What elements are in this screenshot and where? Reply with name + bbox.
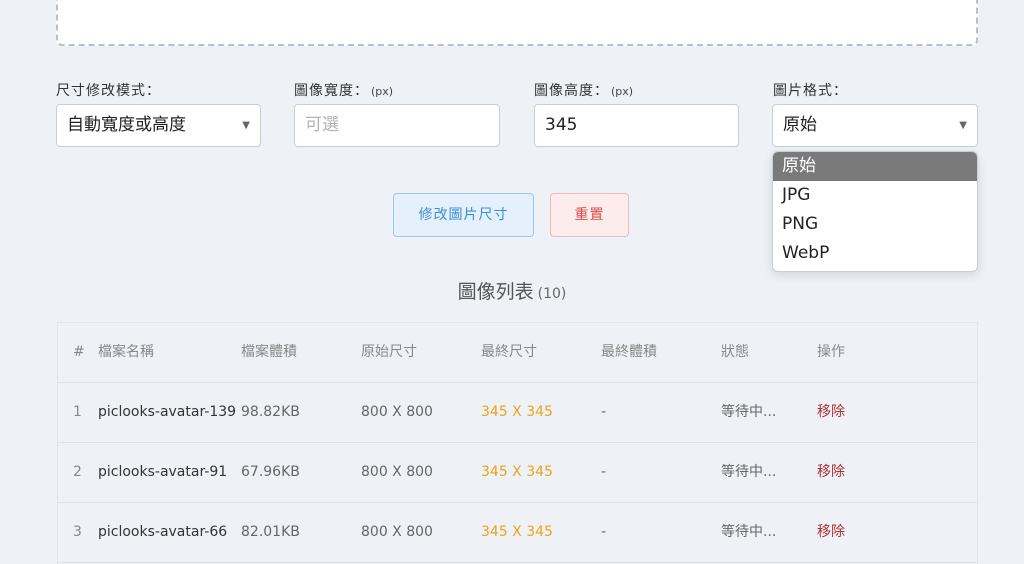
resize-mode-label: 尺寸修改模式： [56, 80, 161, 100]
row-final-size: 345 X 345 [481, 464, 553, 480]
width-label-text: 圖像寬度： [294, 83, 369, 99]
row-status: 等待中... [721, 464, 777, 480]
format-select[interactable]: 原始 ▼ [772, 104, 978, 147]
header-original-size: 原始尺寸 [361, 344, 417, 360]
caret-down-icon: ▼ [242, 120, 250, 131]
image-list-title-text: 圖像列表 [457, 281, 534, 303]
format-label: 圖片格式： [773, 80, 848, 100]
width-placeholder: 可選 [305, 115, 339, 135]
resize-mode-value: 自動寬度或高度 [67, 115, 186, 135]
header-final-size: 最終尺寸 [481, 344, 537, 360]
row-original-size: 800 X 800 [361, 404, 433, 420]
format-dropdown: 原始 JPG PNG WebP [772, 151, 978, 272]
row-final-file-size: - [601, 524, 607, 540]
row-final-size: 345 X 345 [481, 524, 553, 540]
row-file-name: piclooks-avatar-66 [98, 524, 228, 540]
height-unit: (px) [611, 85, 634, 98]
header-file-name: 檔案名稱 [98, 344, 154, 360]
table-row: 1 piclooks-avatar-139 98.82KB 800 X 800 … [58, 383, 977, 443]
height-input[interactable]: 345 [534, 104, 739, 147]
header-status: 狀態 [721, 344, 749, 360]
row-file-name: piclooks-avatar-91 [98, 464, 228, 480]
upload-dropzone[interactable] [56, 0, 978, 46]
row-status: 等待中... [721, 524, 777, 540]
row-index: 3 [73, 524, 82, 540]
row-file-size: 67.96KB [241, 464, 300, 480]
row-file-size: 82.01KB [241, 524, 300, 540]
reset-button[interactable]: 重置 [550, 193, 629, 237]
row-original-size: 800 X 800 [361, 464, 433, 480]
row-final-size: 345 X 345 [481, 404, 553, 420]
width-unit: (px) [371, 85, 394, 98]
width-input[interactable]: 可選 [294, 104, 500, 147]
row-file-name: piclooks-avatar-139 [98, 404, 237, 420]
width-label: 圖像寬度： (px) [294, 80, 393, 100]
resize-mode-label-text: 尺寸修改模式： [56, 83, 161, 99]
remove-link[interactable]: 移除 [817, 503, 845, 561]
format-option-original[interactable]: 原始 [773, 152, 977, 181]
row-index: 2 [73, 464, 82, 480]
row-final-file-size: - [601, 464, 607, 480]
header-file-size: 檔案體積 [241, 344, 297, 360]
height-label: 圖像高度： (px) [534, 80, 633, 100]
resize-button[interactable]: 修改圖片尺寸 [393, 193, 534, 237]
header-final-file-size: 最終體積 [601, 344, 657, 360]
format-option-jpg[interactable]: JPG [773, 181, 977, 210]
row-final-file-size: - [601, 404, 607, 420]
header-actions: 操作 [817, 344, 845, 360]
caret-down-icon: ▼ [959, 120, 967, 131]
row-file-size: 98.82KB [241, 404, 300, 420]
image-list-title: 圖像列表 (10) [0, 277, 1024, 304]
resize-mode-select[interactable]: 自動寬度或高度 ▼ [56, 104, 261, 147]
format-option-webp[interactable]: WebP [773, 239, 977, 268]
image-table: # 檔案名稱 檔案體積 原始尺寸 最終尺寸 最終體積 狀態 操作 1 piclo… [57, 322, 978, 564]
remove-link[interactable]: 移除 [817, 443, 845, 501]
table-row: 3 piclooks-avatar-66 82.01KB 800 X 800 3… [58, 503, 977, 563]
image-count: (10) [537, 286, 567, 302]
height-value: 345 [545, 115, 578, 135]
format-option-png[interactable]: PNG [773, 210, 977, 239]
header-index: # [73, 344, 85, 360]
row-index: 1 [73, 404, 82, 420]
table-row: 2 piclooks-avatar-91 67.96KB 800 X 800 3… [58, 443, 977, 503]
row-original-size: 800 X 800 [361, 524, 433, 540]
table-header-row: # 檔案名稱 檔案體積 原始尺寸 最終尺寸 最終體積 狀態 操作 [58, 323, 977, 383]
height-label-text: 圖像高度： [534, 83, 609, 99]
row-status: 等待中... [721, 404, 777, 420]
remove-link[interactable]: 移除 [817, 383, 845, 441]
format-value: 原始 [783, 115, 817, 135]
format-label-text: 圖片格式： [773, 83, 848, 99]
